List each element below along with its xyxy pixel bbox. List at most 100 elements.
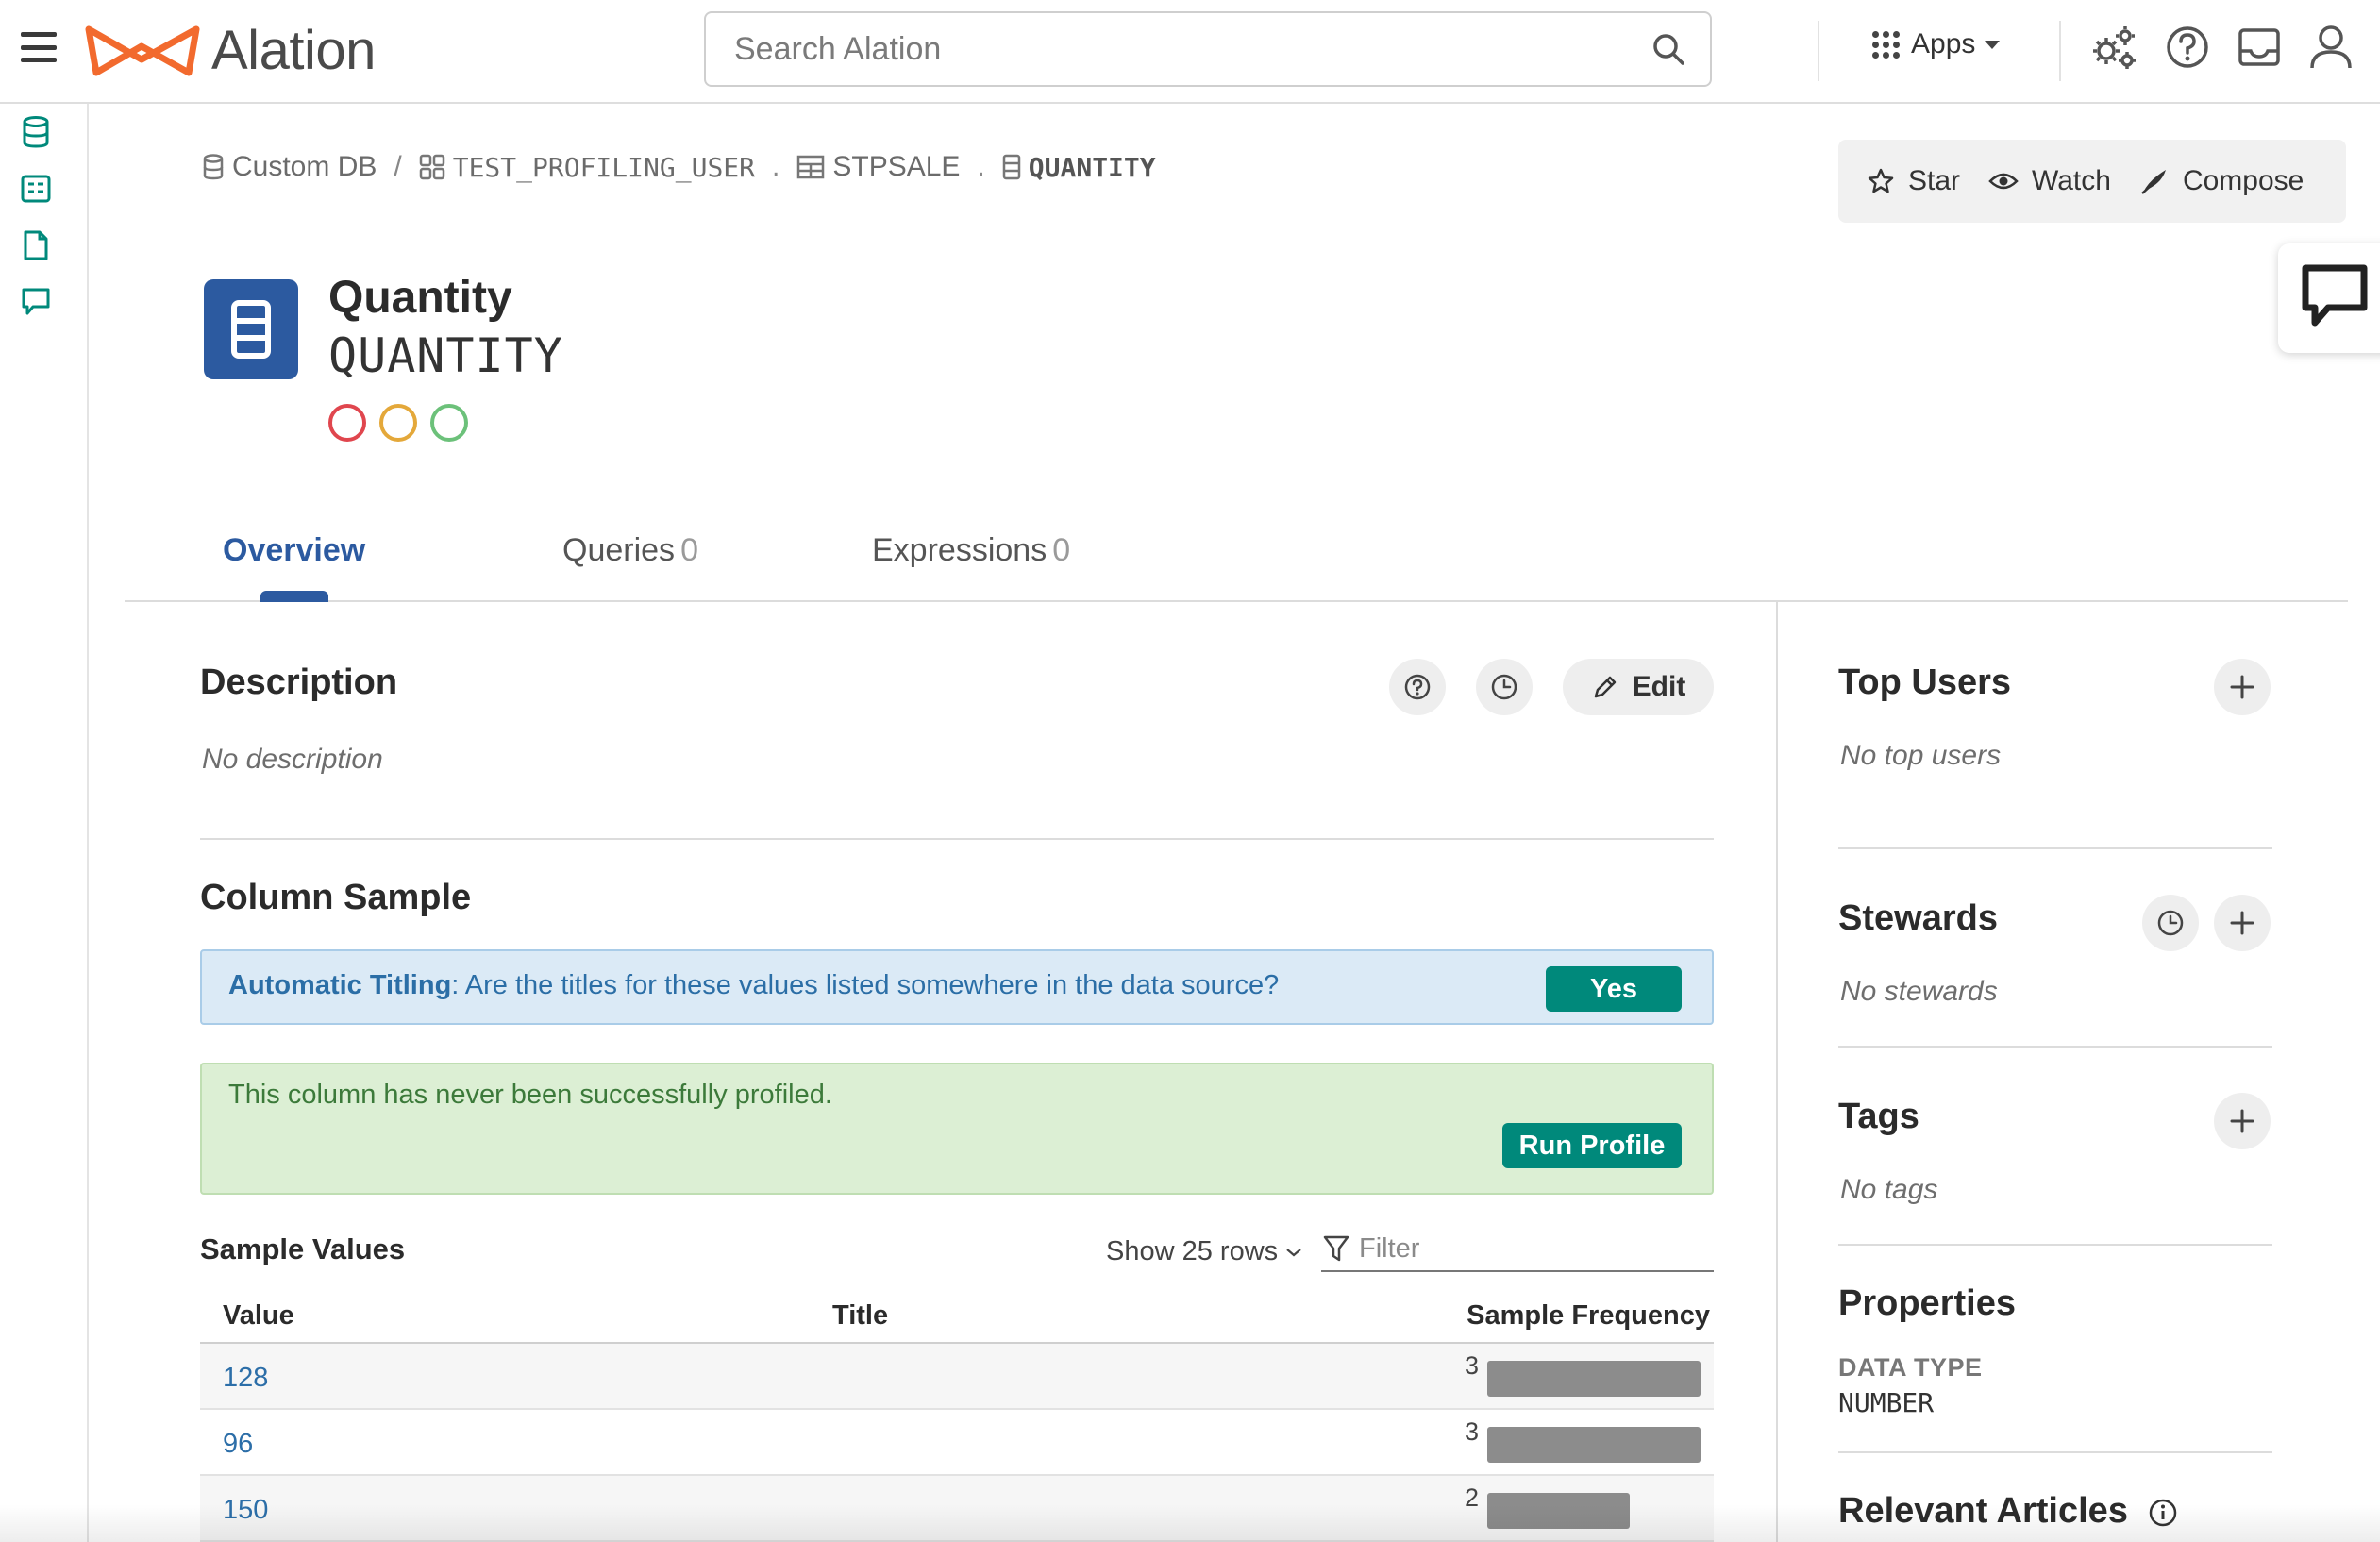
- tab-overview[interactable]: Overview: [223, 532, 365, 569]
- database-icon: [202, 154, 225, 180]
- sample-value-link[interactable]: 96: [223, 1429, 253, 1460]
- object-technical-name: QUANTITY: [328, 328, 563, 383]
- settings-gears-icon[interactable]: [2087, 21, 2140, 74]
- yes-button[interactable]: Yes: [1546, 966, 1682, 1012]
- eye-icon: [1988, 170, 2019, 193]
- plus-icon: [2230, 675, 2254, 699]
- automatic-titling-banner: Automatic Titling: Are the titles for th…: [200, 949, 1714, 1025]
- brand-name: Alation: [211, 20, 376, 81]
- show-rows-label: Show 25 rows: [1106, 1236, 1279, 1266]
- relevant-articles-title: Relevant Articles: [1838, 1491, 2128, 1531]
- catalog-icon[interactable]: [19, 172, 53, 206]
- info-icon[interactable]: [2148, 1498, 2178, 1528]
- properties-title: Properties: [1838, 1283, 2016, 1323]
- breadcrumb-column: QUANTITY: [1002, 152, 1156, 183]
- tab-queries[interactable]: Queries 0: [562, 532, 698, 569]
- column-header-value[interactable]: Value: [223, 1300, 294, 1332]
- breadcrumb-separator: .: [977, 151, 985, 182]
- add-steward-button[interactable]: [2214, 895, 2271, 951]
- stewards-history-button[interactable]: [2142, 895, 2199, 951]
- endorsement-flag-icon[interactable]: [430, 404, 468, 442]
- column-header-frequency[interactable]: Sample Frequency: [1467, 1300, 1710, 1332]
- breadcrumb-separator: .: [772, 151, 780, 182]
- star-label: Star: [1908, 165, 1961, 196]
- show-rows-select[interactable]: Show 25 rows: [1106, 1236, 1302, 1267]
- tags-empty-text: No tags: [1840, 1174, 1938, 1205]
- clock-icon: [2157, 910, 2184, 936]
- compose-label: Compose: [2182, 165, 2305, 196]
- search-icon[interactable]: [1651, 32, 1687, 73]
- deprecation-flag-icon[interactable]: [328, 404, 366, 442]
- sample-value-link[interactable]: 128: [223, 1363, 268, 1394]
- pencil-icon: [1591, 673, 1619, 701]
- search-input[interactable]: [706, 13, 1710, 85]
- database-icon[interactable]: [19, 115, 53, 149]
- top-users-title: Top Users: [1838, 662, 2012, 702]
- edit-description-button[interactable]: Edit: [1563, 659, 1714, 715]
- sample-frequency-count: 3: [1465, 1417, 1480, 1446]
- global-search: [704, 11, 1712, 87]
- breadcrumb-table[interactable]: STPSALE: [796, 151, 960, 183]
- stewards-empty-text: No stewards: [1840, 976, 1998, 1007]
- filter-field: [1321, 1227, 1714, 1272]
- clock-icon: [1491, 674, 1517, 700]
- section-divider: [1838, 1046, 2272, 1048]
- column-divider: [1776, 602, 1778, 1542]
- automatic-titling-label: Automatic Titling: [228, 970, 452, 1000]
- left-navigation-rail: [0, 104, 89, 1542]
- sample-value-link[interactable]: 150: [223, 1495, 268, 1526]
- menu-icon[interactable]: [21, 32, 57, 62]
- section-divider: [200, 838, 1714, 840]
- breadcrumb-label: STPSALE: [832, 151, 961, 182]
- sample-frequency-count: 3: [1465, 1351, 1480, 1380]
- tags-title: Tags: [1838, 1097, 1919, 1136]
- star-button[interactable]: Star: [1867, 165, 1960, 197]
- object-tabs: Overview Queries 0 Expressions 0: [125, 523, 2348, 602]
- help-icon[interactable]: [2161, 21, 2214, 74]
- plus-icon: [2230, 911, 2254, 935]
- tab-expressions[interactable]: Expressions 0: [872, 532, 1070, 569]
- add-top-user-button[interactable]: [2214, 659, 2271, 715]
- document-icon[interactable]: [19, 228, 53, 262]
- column-icon: [204, 279, 298, 379]
- top-users-empty-text: No top users: [1840, 740, 2002, 771]
- table-row: 96 3: [200, 1410, 1714, 1476]
- caret-down-icon: [1985, 40, 2001, 49]
- description-history-button[interactable]: [1476, 659, 1533, 715]
- breadcrumb-datasource[interactable]: Custom DB: [202, 151, 377, 183]
- compose-button[interactable]: Compose: [2139, 165, 2304, 197]
- add-tag-button[interactable]: [2214, 1093, 2271, 1149]
- tab-label: Overview: [223, 532, 366, 568]
- watch-button[interactable]: Watch: [1988, 165, 2111, 197]
- description-help-button[interactable]: [1389, 659, 1446, 715]
- section-divider: [1838, 1244, 2272, 1246]
- relevant-articles-heading: Relevant Articles: [1838, 1491, 2178, 1532]
- run-profile-button[interactable]: Run Profile: [1502, 1123, 1682, 1168]
- frequency-bar: [1487, 1427, 1701, 1463]
- filter-input[interactable]: [1359, 1232, 1699, 1265]
- conversation-icon[interactable]: [19, 285, 53, 319]
- table-row: 150 2: [200, 1476, 1714, 1542]
- page-title[interactable]: Quantity: [328, 272, 512, 324]
- breadcrumb-schema[interactable]: TEST_PROFILING_USER: [419, 152, 755, 183]
- filter-icon: [1323, 1234, 1349, 1263]
- column-header-title[interactable]: Title: [832, 1300, 888, 1332]
- watch-label: Watch: [2032, 165, 2111, 196]
- warning-flag-icon[interactable]: [379, 404, 417, 442]
- breadcrumb-separator: /: [394, 151, 402, 182]
- apps-menu-button[interactable]: Apps: [1872, 28, 2001, 60]
- data-type-label: DATA TYPE: [1838, 1353, 1983, 1382]
- inbox-icon[interactable]: [2233, 21, 2286, 74]
- alation-logo[interactable]: Alation: [83, 19, 376, 82]
- column-icon: [1002, 154, 1021, 180]
- alation-logo-mark: [85, 25, 200, 75]
- chat-panel-toggle[interactable]: [2278, 243, 2380, 353]
- column-sample-title: Column Sample: [200, 878, 472, 917]
- trust-flags: [328, 404, 481, 442]
- user-icon[interactable]: [2305, 21, 2357, 74]
- frequency-bar: [1487, 1493, 1630, 1529]
- stewards-title: Stewards: [1838, 898, 1998, 938]
- breadcrumb: Custom DB / TEST_PROFILING_USER . STPSAL…: [202, 151, 1156, 183]
- profile-status-text: This column has never been successfully …: [228, 1080, 832, 1110]
- chevron-down-icon: [1285, 1247, 1302, 1258]
